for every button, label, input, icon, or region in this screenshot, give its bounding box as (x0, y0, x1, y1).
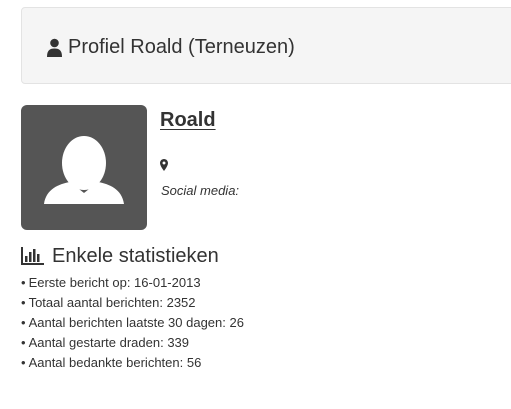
profile-page: Profiel Roald (Terneuzen) Roald Social m… (0, 0, 511, 409)
stats-heading: Enkele statistieken (21, 244, 219, 268)
bar-chart-icon (21, 247, 44, 265)
stat-first-post: Eerste bericht op: 16-01-2013 (21, 273, 244, 293)
profile-title-text: Profiel Roald (Terneuzen) (68, 36, 295, 58)
stats-heading-text: Enkele statistieken (52, 245, 219, 267)
social-media-label: Social media: (161, 183, 240, 198)
stat-thanked-posts: Aantal bedankte berichten: 56 (21, 353, 244, 373)
stat-total-posts: Totaal aantal berichten: 2352 (21, 293, 244, 313)
map-marker-icon (160, 159, 168, 171)
username-link[interactable]: Roald (160, 108, 216, 132)
stats-list: Eerste bericht op: 16-01-2013 Totaal aan… (21, 273, 244, 373)
profile-title: Profiel Roald (Terneuzen) (46, 35, 295, 59)
profile-header-panel: Profiel Roald (Terneuzen) (21, 7, 511, 84)
user-icon (47, 38, 62, 57)
avatar-placeholder-icon (44, 136, 124, 204)
stat-posts-last-30-days: Aantal berichten laatste 30 dagen: 26 (21, 313, 244, 333)
avatar (21, 105, 147, 230)
stat-threads-started: Aantal gestarte draden: 339 (21, 333, 244, 353)
